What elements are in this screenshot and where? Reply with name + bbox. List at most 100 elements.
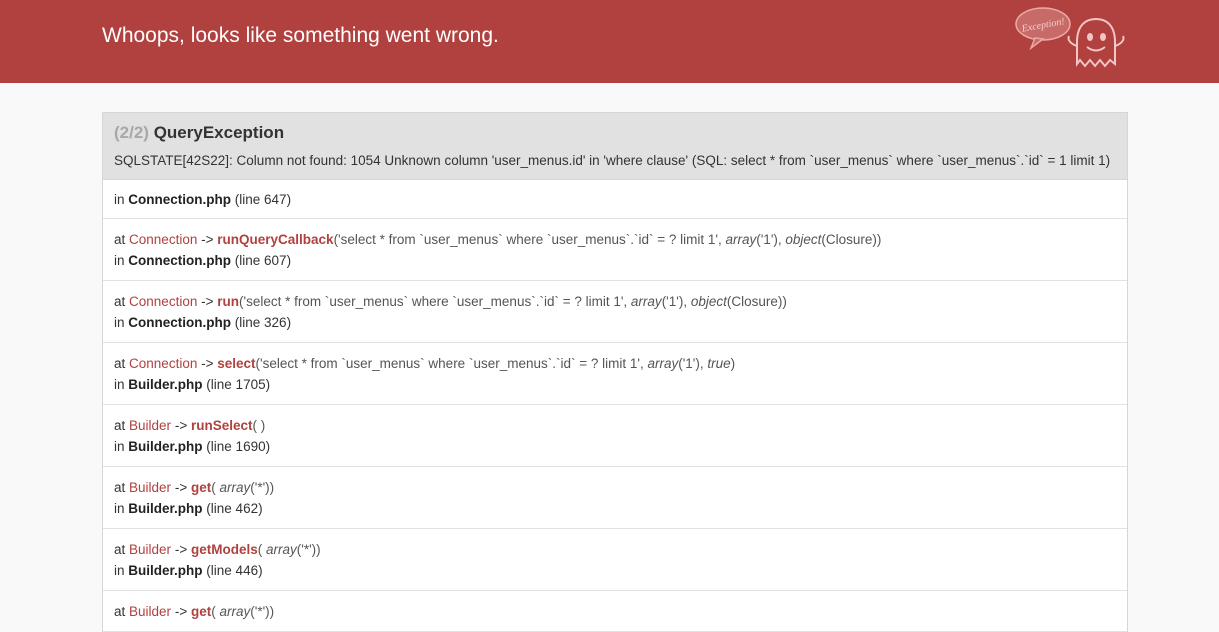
trace-at-label: at: [114, 480, 126, 495]
trace-argument: array: [647, 356, 679, 371]
trace-argument: (Closure)): [821, 232, 882, 247]
trace-item: at Builder -> get( array('*')): [103, 591, 1127, 632]
trace-item: at Connection -> run('select * from `use…: [103, 281, 1127, 343]
trace-location: in Builder.php (line 1705): [114, 374, 1116, 395]
trace-line: (line 1690): [206, 439, 271, 454]
trace-argument: ('*')): [250, 604, 275, 619]
trace-method: get: [190, 604, 212, 619]
trace-call: at Connection -> select('select * from `…: [114, 353, 1116, 374]
trace-argument: ('select * from `user_menus` where `user…: [333, 232, 726, 247]
trace-line: (line 326): [234, 315, 292, 330]
trace-method: get: [190, 480, 212, 495]
trace-call: at Builder -> get( array('*')): [114, 477, 1116, 498]
trace-in-label: in: [114, 253, 125, 268]
trace-arrow: ->: [201, 356, 214, 371]
trace-arrow: ->: [174, 480, 188, 495]
trace-argument: ): [730, 356, 736, 371]
trace-in-label: in: [114, 501, 125, 516]
trace-at-label: at: [114, 604, 126, 619]
trace-item-origin: in Connection.php (line 647): [103, 180, 1127, 219]
trace-location: in Connection.php (line 326): [114, 312, 1116, 333]
trace-method: select: [217, 356, 256, 371]
page-title: Whoops, looks like something went wrong.: [102, 24, 499, 47]
exception-count: (2/2): [114, 123, 149, 142]
trace-location: in Connection.php (line 607): [114, 250, 1116, 271]
trace-argument: (: [257, 542, 266, 557]
trace-argument: array: [266, 542, 297, 557]
trace-method: run: [217, 294, 240, 309]
trace-argument: object: [785, 232, 822, 247]
trace-call: at Builder -> get( array('*')): [114, 601, 1116, 622]
trace-line: (line 1705): [206, 377, 271, 392]
trace-argument: ('1'),: [756, 232, 786, 247]
trace-argument: array: [725, 232, 757, 247]
trace-argument: ('select * from `user_menus` where `user…: [255, 356, 648, 371]
exception-message: SQLSTATE[42S22]: Column not found: 1054 …: [114, 153, 1111, 168]
trace-class: Builder: [129, 480, 172, 495]
trace-in-label: in: [114, 563, 125, 578]
exception-class: QueryException: [153, 123, 285, 142]
trace-item: at Builder -> runSelect( ) in Builder.php…: [103, 405, 1127, 467]
trace-arrow: ->: [201, 232, 214, 247]
trace-argument: ( ): [252, 418, 266, 433]
trace-file: Builder.php: [128, 563, 203, 578]
trace-class: Builder: [129, 604, 172, 619]
trace-file: Connection.php: [128, 192, 232, 207]
trace-arrow: ->: [174, 604, 188, 619]
trace-in-label: in: [114, 315, 125, 330]
trace-file: Builder.php: [128, 501, 203, 516]
stack-trace: in Connection.php (line 647) at Connecti…: [103, 180, 1127, 632]
trace-method: runQueryCallback: [217, 232, 334, 247]
trace-arrow: ->: [174, 418, 188, 433]
trace-file: Builder.php: [128, 377, 203, 392]
trace-class: Connection: [129, 232, 198, 247]
trace-item: at Connection -> runQueryCallback('selec…: [103, 219, 1127, 281]
trace-argument: ('*')): [296, 542, 321, 557]
trace-class: Builder: [129, 542, 172, 557]
trace-line: (line 462): [206, 501, 263, 516]
trace-in-label: in: [114, 439, 125, 454]
trace-item: at Builder -> getModels( array('*')) in B…: [103, 529, 1127, 591]
exception-panel: (2/2) QueryException SQLSTATE[42S22]: Co…: [102, 112, 1128, 632]
trace-at-label: at: [114, 356, 126, 371]
trace-method: getModels: [190, 542, 258, 557]
trace-argument: array: [219, 480, 251, 495]
trace-argument: true: [707, 356, 731, 371]
trace-line: (line 647): [234, 192, 292, 207]
trace-call: at Connection -> run('select * from `use…: [114, 291, 1116, 312]
trace-location: in Builder.php (line 446): [114, 560, 1116, 581]
trace-location: in Builder.php (line 462): [114, 498, 1116, 519]
trace-argument: ('*')): [250, 480, 275, 495]
trace-argument: (Closure)): [726, 294, 787, 309]
trace-at-label: at: [114, 232, 126, 247]
trace-argument: array: [219, 604, 251, 619]
trace-call: at Builder -> runSelect( ): [114, 415, 1116, 436]
trace-in-label: in: [114, 192, 125, 207]
trace-arrow: ->: [201, 294, 214, 309]
trace-at-label: at: [114, 418, 126, 433]
trace-item: at Builder -> get( array('*')) in Builder…: [103, 467, 1127, 529]
trace-item: at Connection -> select('select * from `…: [103, 343, 1127, 405]
ghost-mascot-icon: Exception!: [1015, 7, 1125, 68]
trace-line: (line 607): [234, 253, 292, 268]
trace-at-label: at: [114, 542, 126, 557]
trace-argument: ('1'),: [678, 356, 708, 371]
trace-argument: ('select * from `user_menus` where `user…: [239, 294, 631, 309]
trace-location: in Builder.php (line 1690): [114, 436, 1116, 457]
header-bar: Whoops, looks like something went wrong.…: [0, 0, 1219, 83]
trace-in-label: in: [114, 377, 125, 392]
trace-argument: ('1'),: [661, 294, 691, 309]
trace-call: at Builder -> getModels( array('*')): [114, 539, 1116, 560]
exception-header: (2/2) QueryException SQLSTATE[42S22]: Co…: [103, 113, 1127, 180]
trace-argument: array: [630, 294, 662, 309]
trace-arrow: ->: [174, 542, 188, 557]
trace-argument: object: [690, 294, 727, 309]
trace-class: Connection: [129, 356, 198, 371]
trace-file: Connection.php: [128, 315, 232, 330]
trace-method: runSelect: [190, 418, 253, 433]
trace-class: Connection: [129, 294, 198, 309]
trace-file: Builder.php: [128, 439, 203, 454]
trace-at-label: at: [114, 294, 126, 309]
trace-call: at Connection -> runQueryCallback('selec…: [114, 229, 1116, 250]
trace-file: Connection.php: [128, 253, 232, 268]
